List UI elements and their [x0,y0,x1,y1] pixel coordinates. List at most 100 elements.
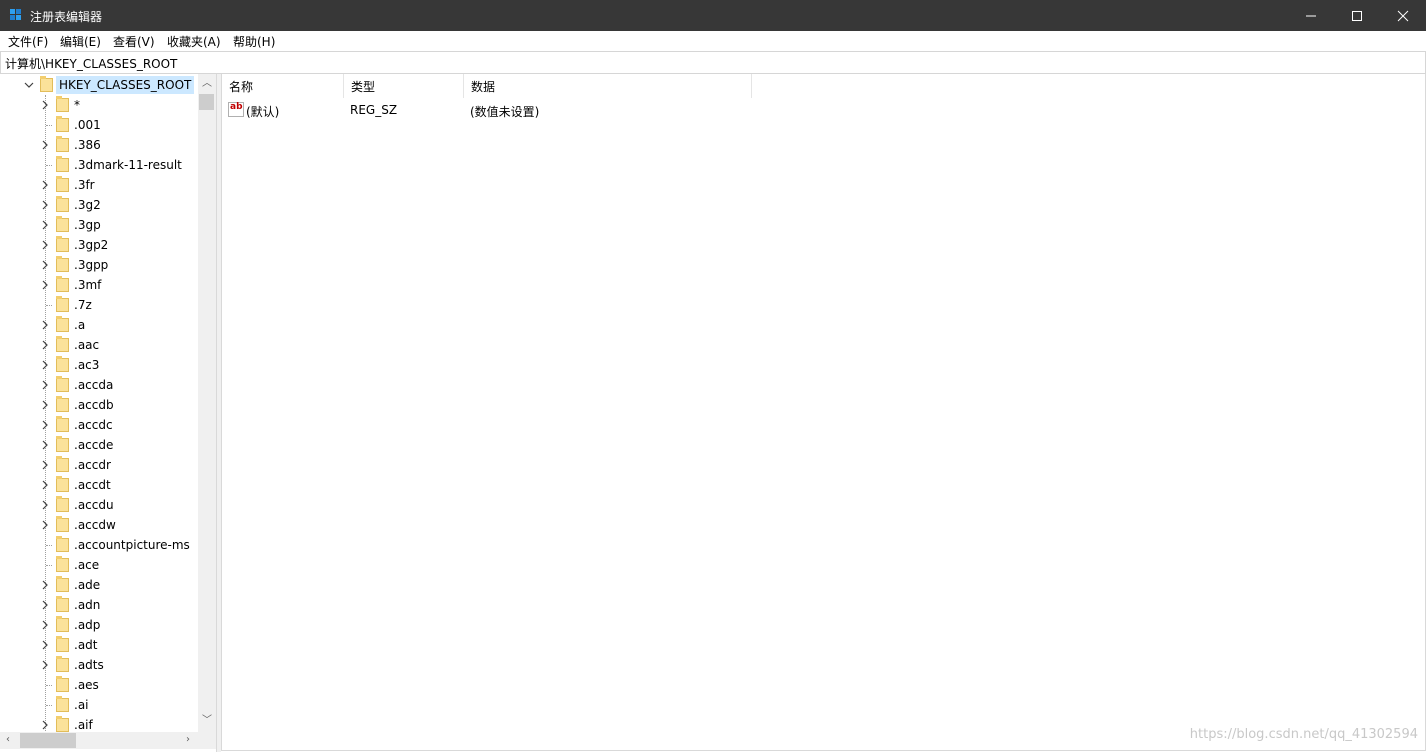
tree-root-row[interactable]: HKEY_CLASSES_ROOT [0,75,198,95]
chevron-right-icon[interactable] [40,260,50,270]
address-path[interactable]: 计算机\HKEY_CLASSES_ROOT [5,55,177,72]
tree-item-label[interactable]: .3fr [74,178,95,192]
tree-item[interactable]: .adt [0,635,198,655]
tree-item-label[interactable]: .3dmark-11-result [74,158,182,172]
tree-item-label[interactable]: .adts [74,658,104,672]
tree-item[interactable]: .3gpp [0,255,198,275]
tree-item[interactable]: .accde [0,435,198,455]
chevron-right-icon[interactable] [40,400,50,410]
key-tree[interactable]: HKEY_CLASSES_ROOT * .001 .386 .3dmark-11-re… [0,74,217,752]
close-button[interactable] [1380,0,1426,31]
minimize-button[interactable] [1288,0,1334,31]
tree-item[interactable]: .accdw [0,515,198,535]
tree-item[interactable]: * [0,95,198,115]
tree-item[interactable]: .ade [0,575,198,595]
chevron-right-icon[interactable] [40,180,50,190]
tree-item[interactable]: .7z [0,295,198,315]
tree-item-label[interactable]: .accdr [74,458,111,472]
tree-item-label[interactable]: .accdt [74,478,111,492]
tree-item-label[interactable]: .ac3 [74,358,99,372]
tree-vertical-scrollbar[interactable]: ︿ ﹀ [198,74,216,732]
tree-item-label[interactable]: .accdw [74,518,116,532]
chevron-right-icon[interactable] [40,600,50,610]
address-bar[interactable]: 计算机\HKEY_CLASSES_ROOT [0,51,1426,74]
tree-item-label[interactable]: .adt [74,638,98,652]
tree-item[interactable]: .386 [0,135,198,155]
column-type[interactable]: 类型 [344,74,464,98]
menu-file[interactable]: 文件(F) [8,33,48,50]
chevron-right-icon[interactable] [40,220,50,230]
tree-item[interactable]: .3mf [0,275,198,295]
table-row[interactable]: ab (默认) REG_SZ (数值未设置) [222,100,1425,120]
tree-item-label[interactable]: .001 [74,118,101,132]
tree-item-label[interactable]: .3g2 [74,198,101,212]
chevron-right-icon[interactable] [40,720,50,730]
scroll-left-icon[interactable]: ‹ [6,735,10,745]
tree-item-label[interactable]: .3gp [74,218,101,232]
chevron-right-icon[interactable] [40,420,50,430]
tree-item-label[interactable]: .7z [74,298,92,312]
scroll-thumb[interactable] [199,94,214,110]
chevron-right-icon[interactable] [40,620,50,630]
menu-favorites[interactable]: 收藏夹(A) [167,33,221,50]
value-list[interactable]: 名称 类型 数据 ab (默认) REG_SZ (数值未设置) [221,74,1426,751]
scroll-up-icon[interactable]: ︿ [202,79,212,89]
tree-item[interactable]: .accdr [0,455,198,475]
tree-item-label[interactable]: .adp [74,618,100,632]
tree-item-label[interactable]: .adn [74,598,100,612]
tree-item[interactable]: .001 [0,115,198,135]
chevron-right-icon[interactable] [40,320,50,330]
maximize-button[interactable] [1334,0,1380,31]
chevron-right-icon[interactable] [40,340,50,350]
chevron-right-icon[interactable] [40,500,50,510]
tree-item-label[interactable]: .386 [74,138,101,152]
tree-item-label[interactable]: .accountpicture-ms [74,538,190,552]
chevron-right-icon[interactable] [40,360,50,370]
column-name[interactable]: 名称 [222,74,344,98]
tree-item[interactable]: .3dmark-11-result [0,155,198,175]
tree-item[interactable]: .3gp2 [0,235,198,255]
tree-item[interactable]: .a [0,315,198,335]
chevron-down-icon[interactable] [24,80,34,90]
tree-item[interactable]: .aes [0,675,198,695]
scroll-down-icon[interactable]: ﹀ [202,716,212,726]
tree-item-label[interactable]: .3mf [74,278,101,292]
tree-item-label[interactable]: .aes [74,678,99,692]
scroll-right-icon[interactable]: › [186,735,190,745]
tree-item[interactable]: .ai [0,695,198,715]
scroll-thumb[interactable] [20,733,76,748]
chevron-right-icon[interactable] [40,640,50,650]
chevron-right-icon[interactable] [40,440,50,450]
chevron-right-icon[interactable] [40,520,50,530]
tree-item[interactable]: .accountpicture-ms [0,535,198,555]
tree-item[interactable]: .accdt [0,475,198,495]
tree-root-label[interactable]: HKEY_CLASSES_ROOT [56,76,195,94]
tree-item[interactable]: .3g2 [0,195,198,215]
column-data[interactable]: 数据 [464,74,752,98]
tree-item[interactable]: .adn [0,595,198,615]
chevron-right-icon[interactable] [40,380,50,390]
tree-item-label[interactable]: .accdb [74,398,114,412]
tree-item[interactable]: .adts [0,655,198,675]
chevron-right-icon[interactable] [40,240,50,250]
tree-item-label[interactable]: .aif [74,718,93,732]
tree-item-label[interactable]: .aac [74,338,99,352]
tree-item[interactable]: .adp [0,615,198,635]
tree-item-label[interactable]: .ade [74,578,100,592]
tree-horizontal-scrollbar[interactable]: ‹ › [0,732,198,749]
tree-item[interactable]: .accdu [0,495,198,515]
tree-item[interactable]: .ac3 [0,355,198,375]
tree-item-label[interactable]: .3gp2 [74,238,108,252]
tree-item-label[interactable]: .a [74,318,85,332]
tree-item-label[interactable]: .accda [74,378,113,392]
tree-item[interactable]: .3gp [0,215,198,235]
tree-item[interactable]: .accda [0,375,198,395]
chevron-right-icon[interactable] [40,480,50,490]
tree-item[interactable]: .3fr [0,175,198,195]
menu-view[interactable]: 查看(V) [113,33,155,50]
tree-item-label[interactable]: .accdu [74,498,114,512]
chevron-right-icon[interactable] [40,100,50,110]
tree-item-label[interactable]: * [74,98,80,112]
tree-item[interactable]: .accdc [0,415,198,435]
chevron-right-icon[interactable] [40,200,50,210]
